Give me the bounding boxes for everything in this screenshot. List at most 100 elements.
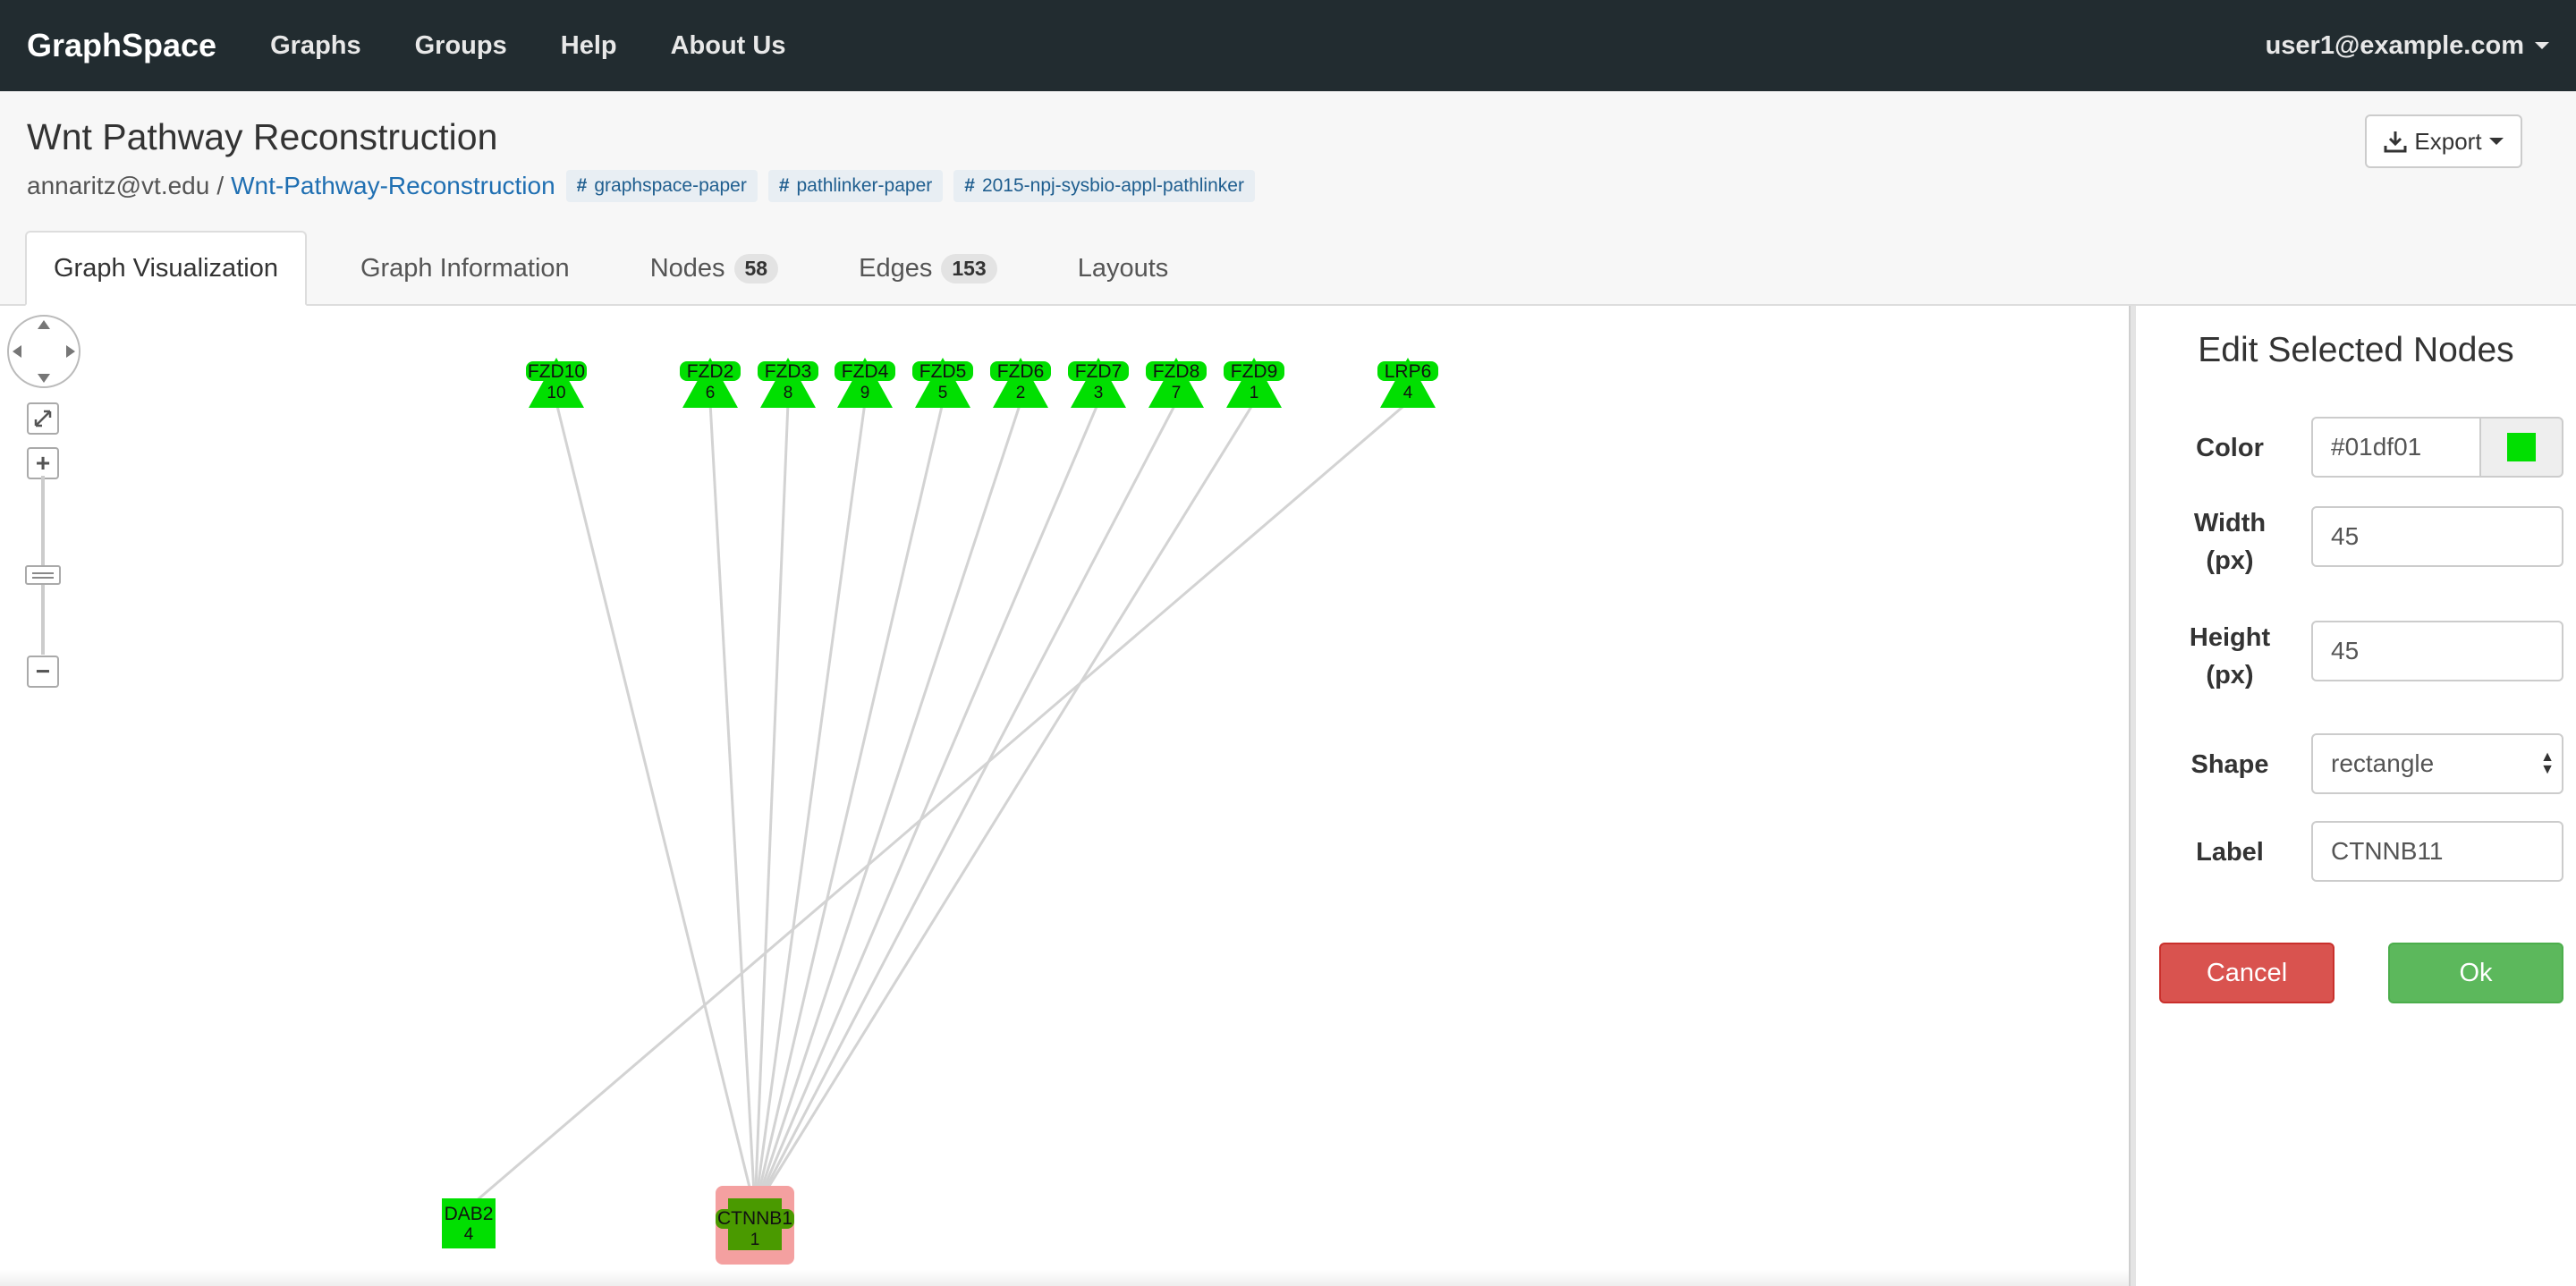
height-label: Height (px)	[2136, 619, 2324, 694]
fit-view-button[interactable]	[27, 402, 59, 435]
nodes-count-badge: 58	[733, 253, 779, 283]
node-number: 3	[1094, 384, 1104, 402]
owner-email: annaritz@vt.edu	[27, 172, 210, 199]
label-input[interactable]: CTNNB11	[2311, 821, 2563, 882]
node-dab2[interactable]: DAB24	[442, 1198, 496, 1248]
graph-name-link[interactable]: Wnt-Pathway-Reconstruction	[231, 172, 555, 200]
width-label-text: Width	[2193, 509, 2267, 537]
zoom-out-button[interactable]: −	[27, 656, 59, 688]
node-name: FZD2	[687, 361, 734, 382]
height-label-text: Height	[2189, 623, 2271, 652]
canvas-bottom-shade	[0, 1270, 2129, 1286]
height-input[interactable]: 45	[2311, 621, 2563, 681]
node-name: CTNNB1	[717, 1208, 792, 1229]
node-lrp6[interactable]: LRP6 4	[1377, 358, 1438, 408]
node-number: 1	[750, 1231, 760, 1249]
graph-svg[interactable]: FZD1010FZD26FZD38FZD49FZD55FZD62FZD73FZD…	[0, 306, 2129, 1286]
hash-icon: #	[576, 175, 588, 196]
width-label-unit: (px)	[2206, 546, 2254, 575]
tag-label: pathlinker-paper	[796, 175, 933, 196]
tag-graphspace-paper[interactable]: # graphspace-paper	[565, 170, 758, 202]
user-menu[interactable]: user1@example.com	[2266, 0, 2549, 91]
ok-button[interactable]: Ok	[2388, 943, 2563, 1003]
edge-fzd8	[753, 402, 1178, 1210]
select-arrows-icon: ▲ ▼	[2540, 749, 2555, 777]
node-number: 2	[1016, 384, 1026, 402]
shape-label: Shape	[2190, 750, 2269, 779]
edge-fzd9	[753, 402, 1256, 1210]
node-fzd2[interactable]: FZD2 6	[680, 358, 741, 408]
download-icon	[2384, 131, 2407, 153]
color-input[interactable]: #01df01	[2311, 417, 2485, 478]
nav-groups[interactable]: Groups	[415, 31, 507, 61]
tag-label: graphspace-paper	[594, 175, 747, 196]
nav-about-us[interactable]: About Us	[671, 31, 786, 61]
node-fzd9[interactable]: FZD9 1	[1224, 358, 1284, 408]
tab-label: Graph Visualization	[54, 253, 278, 283]
pan-control[interactable]	[7, 315, 80, 388]
breadcrumb: annaritz@vt.edu / Wnt-Pathway-Reconstruc…	[27, 170, 1255, 202]
graph-canvas[interactable]: FZD10 10 FZD2 6 FZD3 8 FZD4 9 FZD5 5 FZD6 2 FZD7 3 FZD…	[0, 306, 2129, 1286]
height-label-unit: (px)	[2206, 661, 2254, 690]
node-name: FZD6	[997, 361, 1045, 382]
brand-logo[interactable]: GraphSpace	[27, 27, 216, 64]
expand-icon	[34, 410, 52, 427]
node-fzd7[interactable]: FZD7 3	[1068, 358, 1129, 408]
hash-icon: #	[778, 175, 790, 196]
export-button[interactable]: Export	[2365, 114, 2522, 168]
node-name: FZD3	[765, 361, 812, 382]
zoom-in-button[interactable]: +	[27, 447, 59, 479]
tag-2015-npj[interactable]: #2015-npj-sysbio-appl-pathlinker	[953, 170, 1255, 202]
nav-graphs[interactable]: Graphs	[270, 31, 361, 61]
node-number: 1	[1250, 384, 1259, 402]
node-fzd3[interactable]: FZD3 8	[758, 358, 818, 408]
edge-lrp6	[468, 401, 1409, 1209]
node-fzd4[interactable]: FZD4 9	[835, 358, 895, 408]
node-fzd6[interactable]: FZD6 2	[990, 358, 1051, 408]
node-name: FZD5	[919, 361, 967, 382]
width-input[interactable]: 45	[2311, 506, 2563, 567]
node-number: 7	[1172, 384, 1182, 402]
page-title: Wnt Pathway Reconstruction	[27, 116, 498, 157]
edge-fzd2	[708, 402, 757, 1210]
node-fzd8[interactable]: FZD8 7	[1146, 358, 1207, 408]
node-ctnnb1[interactable]: CTNNB1 1	[716, 1186, 794, 1265]
width-label: Width (px)	[2136, 504, 2324, 580]
tab-graph-information[interactable]: Graph Information	[334, 231, 597, 306]
nav-help[interactable]: Help	[561, 31, 617, 61]
tab-nodes[interactable]: Nodes 58	[623, 231, 805, 306]
chevron-down-icon	[2535, 42, 2549, 49]
tab-layouts[interactable]: Layouts	[1051, 231, 1196, 306]
color-label: Color	[2196, 434, 2264, 462]
chevron-down-icon	[2488, 138, 2504, 145]
edge-fzd7	[753, 402, 1100, 1210]
export-label: Export	[2414, 127, 2482, 155]
node-number: 4	[1403, 384, 1413, 402]
node-number: 10	[547, 384, 565, 402]
shape-selected-value: rectangle	[2331, 749, 2435, 777]
user-email: user1@example.com	[2265, 30, 2524, 60]
edit-selected-nodes-panel: Edit Selected Nodes Color #01df01 Width (…	[2136, 306, 2576, 1286]
color-picker-button[interactable]	[2479, 417, 2563, 478]
node-number: 8	[784, 384, 793, 402]
graph-header: Wnt Pathway Reconstruction annaritz@vt.e…	[0, 91, 2576, 306]
node-fzd10[interactable]: FZD10 10	[526, 358, 587, 408]
node-name: FZD7	[1075, 361, 1123, 382]
tab-label: Edges	[859, 253, 933, 283]
edge-fzd10	[555, 402, 757, 1210]
node-fzd5[interactable]: FZD5 5	[912, 358, 973, 408]
shape-select[interactable]: rectangle ▲ ▼	[2311, 733, 2563, 794]
edge-fzd6	[753, 402, 1022, 1210]
zoom-slider-handle[interactable]	[25, 565, 61, 585]
node-name: FZD9	[1231, 361, 1278, 382]
edges-count-badge: 153	[941, 253, 997, 283]
node-name: FZD4	[842, 361, 889, 382]
tab-edges[interactable]: Edges 153	[832, 231, 1024, 306]
panel-divider[interactable]	[2129, 306, 2136, 1286]
cancel-button[interactable]: Cancel	[2159, 943, 2334, 1003]
node-number: 4	[464, 1225, 474, 1244]
tab-graph-visualization[interactable]: Graph Visualization	[25, 231, 307, 306]
tag-pathlinker-paper[interactable]: # pathlinker-paper	[767, 170, 944, 202]
node-name: DAB2	[445, 1204, 494, 1224]
color-swatch	[2507, 433, 2536, 461]
